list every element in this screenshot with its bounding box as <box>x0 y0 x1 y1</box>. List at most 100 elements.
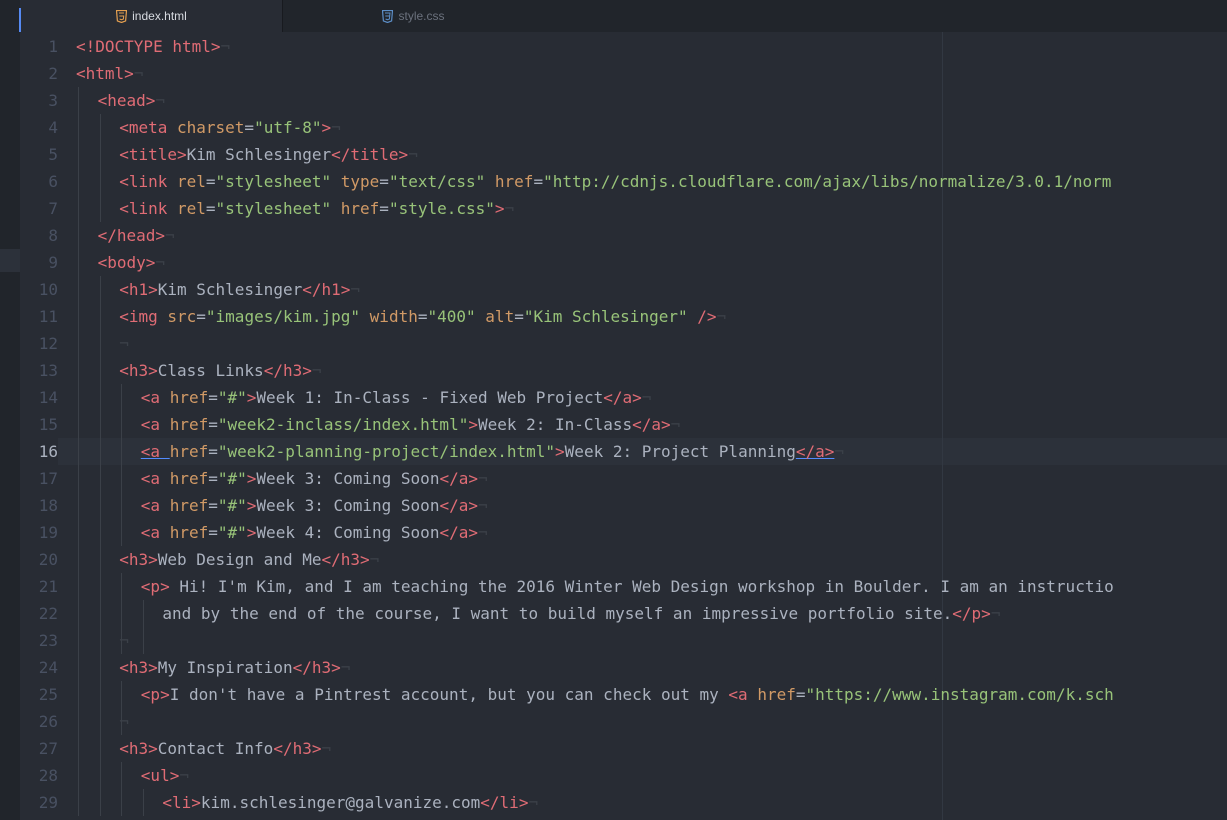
code-line[interactable]: </head>¬ <box>98 222 175 249</box>
line-number: 1 <box>48 37 58 56</box>
code-token: and by the end of the course, I want to … <box>162 604 953 623</box>
code-token: "Kim Schlesinger" <box>523 307 688 326</box>
code-token: src <box>167 307 197 326</box>
line-number: 3 <box>48 91 58 110</box>
code-token: Week 1: In-Class - Fixed Web Project <box>256 388 604 407</box>
code-token: <a <box>140 415 170 434</box>
end-of-line-marker: ¬ <box>220 37 231 56</box>
tab-label: index.html <box>132 9 187 23</box>
code-line[interactable]: <h3>My Inspiration</h3>¬ <box>119 654 350 681</box>
code-token: href <box>169 415 209 434</box>
code-token: <a <box>140 442 170 461</box>
line-number: 23 <box>38 631 58 650</box>
line-number: 9 <box>48 253 58 272</box>
code-line[interactable]: <h3>Web Design and Me</h3>¬ <box>119 546 379 573</box>
code-token: = <box>208 496 218 515</box>
line-number: 8 <box>48 226 58 245</box>
code-line[interactable]: <a href="#">Week 1: In-Class - Fixed Web… <box>141 384 652 411</box>
code-line[interactable]: <link rel="stylesheet" href="style.css">… <box>119 195 514 222</box>
code-token: <li> <box>162 793 201 812</box>
line-number: 19 <box>38 523 58 542</box>
code-token: "week2-planning-project/index.html" <box>217 442 556 461</box>
line-number: 12 <box>38 334 58 353</box>
code-token: <a <box>140 388 170 407</box>
end-of-line-marker: ¬ <box>477 496 488 515</box>
code-token: </a> <box>439 496 478 515</box>
code-token: rel <box>176 199 206 218</box>
code-token: "stylesheet" <box>215 172 332 191</box>
code-token: I don't have a Pintrest account, but you… <box>169 685 729 704</box>
code-token: My Inspiration <box>157 658 293 677</box>
tab-label: style.css <box>398 9 445 23</box>
code-token: </title> <box>331 145 409 164</box>
code-token: <a <box>140 523 170 542</box>
tab-style-css[interactable]: style.css <box>282 0 544 32</box>
code-line[interactable]: and by the end of the course, I want to … <box>162 600 1000 627</box>
code-token: Hi! I'm Kim, and I am teaching the 2016 … <box>169 577 1114 596</box>
code-token: href <box>169 388 209 407</box>
code-line[interactable]: <img src="images/kim.jpg" width="400" al… <box>119 303 726 330</box>
code-token: <title> <box>119 145 187 164</box>
code-line[interactable]: <link rel="stylesheet" type="text/css" h… <box>119 168 1111 195</box>
code-token: Kim Schlesinger <box>186 145 332 164</box>
code-line[interactable]: <h3>Contact Info</h3>¬ <box>119 735 331 762</box>
code-line[interactable]: <ul>¬ <box>141 762 189 789</box>
code-line[interactable]: <!DOCTYPE html>¬ <box>76 33 230 60</box>
code-line[interactable]: <h3>Class Links</h3>¬ <box>119 357 321 384</box>
active-tab-indicator <box>19 8 21 32</box>
code-line[interactable]: <a href="#">Week 3: Coming Soon</a>¬ <box>141 492 488 519</box>
end-of-line-marker: ¬ <box>528 793 539 812</box>
end-of-line-marker: ¬ <box>641 388 652 407</box>
code-token: </h1> <box>302 280 351 299</box>
code-token: </p> <box>952 604 991 623</box>
code-line[interactable]: <p> Hi! I'm Kim, and I am teaching the 2… <box>141 573 1114 600</box>
end-of-line-marker: ¬ <box>504 199 515 218</box>
line-number: 18 <box>38 496 58 515</box>
code-line[interactable]: <html>¬ <box>76 60 143 87</box>
tree-view-selected-item[interactable] <box>0 249 20 272</box>
code-line[interactable]: <title>Kim Schlesinger</title>¬ <box>119 141 418 168</box>
code-line[interactable]: <li>kim.schlesinger@galvanize.com</li>¬ <box>162 789 538 816</box>
code-token: </a> <box>632 415 671 434</box>
code-token: > <box>494 199 505 218</box>
code-token: "400" <box>427 307 476 326</box>
code-token: rel <box>176 172 206 191</box>
code-token: = <box>514 307 524 326</box>
tree-view-panel: ect ctu <box>0 0 20 820</box>
line-number: 17 <box>38 469 58 488</box>
tab-index-html[interactable]: index.html <box>20 0 282 32</box>
code-line[interactable]: <a href="week2-inclass/index.html">Week … <box>141 411 680 438</box>
code-token: </li> <box>480 793 529 812</box>
code-line[interactable]: <a href="#">Week 4: Coming Soon</a>¬ <box>141 519 488 546</box>
code-token: "text/css" <box>388 172 486 191</box>
code-token: = <box>244 118 255 137</box>
code-line[interactable]: <head>¬ <box>98 87 165 114</box>
code-line[interactable]: ¬ <box>119 330 129 357</box>
code-line[interactable]: <p>I don't have a Pintrest account, but … <box>141 681 1114 708</box>
code-token: "style.css" <box>388 199 495 218</box>
code-line[interactable]: <h1>Kim Schlesinger</h1>¬ <box>119 276 360 303</box>
code-token: > <box>468 415 478 434</box>
line-number: 15 <box>38 415 58 434</box>
line-number: 7 <box>48 199 58 218</box>
end-of-line-marker: ¬ <box>716 307 727 326</box>
code-line[interactable]: <meta charset="utf-8">¬ <box>119 114 341 141</box>
code-token: > <box>246 496 257 515</box>
code-line[interactable]: <body>¬ <box>98 249 165 276</box>
code-line[interactable]: <a href="week2-planning-project/index.ht… <box>141 438 844 465</box>
end-of-line-marker: ¬ <box>834 442 845 461</box>
code-token: href <box>494 172 534 191</box>
indent-guide <box>121 681 123 735</box>
code-line[interactable]: <a href="#">Week 3: Coming Soon</a>¬ <box>141 465 488 492</box>
line-number-gutter[interactable]: 1 2 3 4 5 6 7 8 9 10 11 12 13 14 15 16 17 18 19 20 21 22 23 24 2… <box>20 32 58 820</box>
code-token: Week 4: Coming Soon <box>256 523 440 542</box>
line-number: 20 <box>38 550 58 569</box>
tab-bar: index.html style.css <box>20 0 1227 32</box>
code-token: <h3> <box>119 361 158 380</box>
code-token: > <box>321 118 332 137</box>
code-token: "#" <box>217 496 247 515</box>
code-editor[interactable]: 1 2 3 4 5 6 7 8 9 10 11 12 13 14 15 16 17 18 19 20 21 22 23 24 2… <box>20 32 1227 820</box>
line-number: 26 <box>38 712 58 731</box>
